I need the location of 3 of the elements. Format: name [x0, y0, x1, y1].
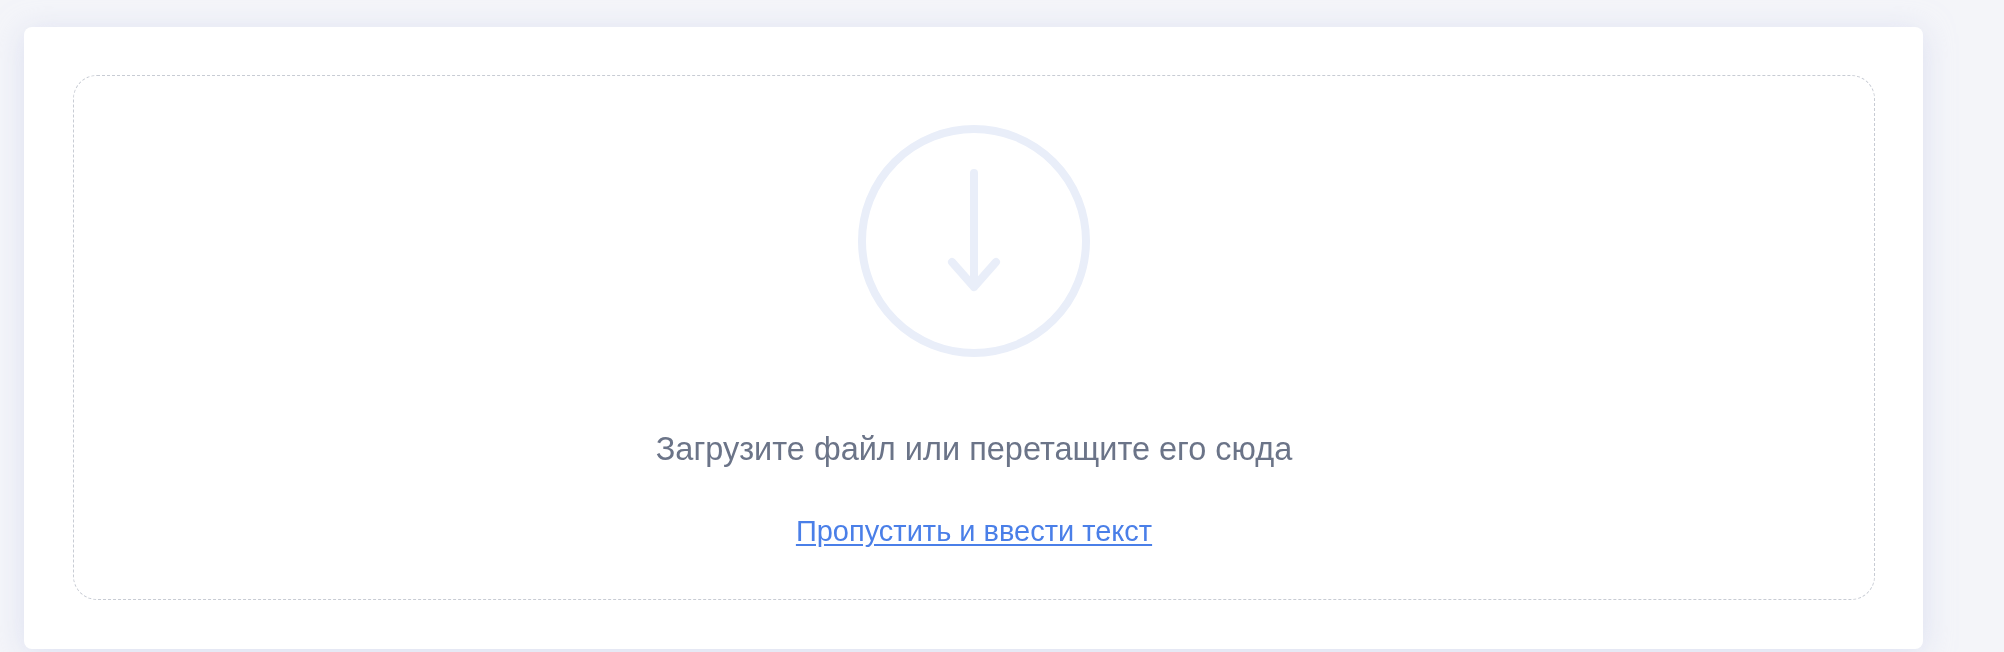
drop-zone[interactable]: Загрузите файл или перетащите его сюда Пропустить и ввести текст — [73, 75, 1875, 600]
upload-instruction-text: Загрузите файл или перетащите его сюда — [655, 430, 1293, 468]
skip-and-enter-text-link[interactable]: Пропустить и ввести текст — [795, 514, 1153, 548]
